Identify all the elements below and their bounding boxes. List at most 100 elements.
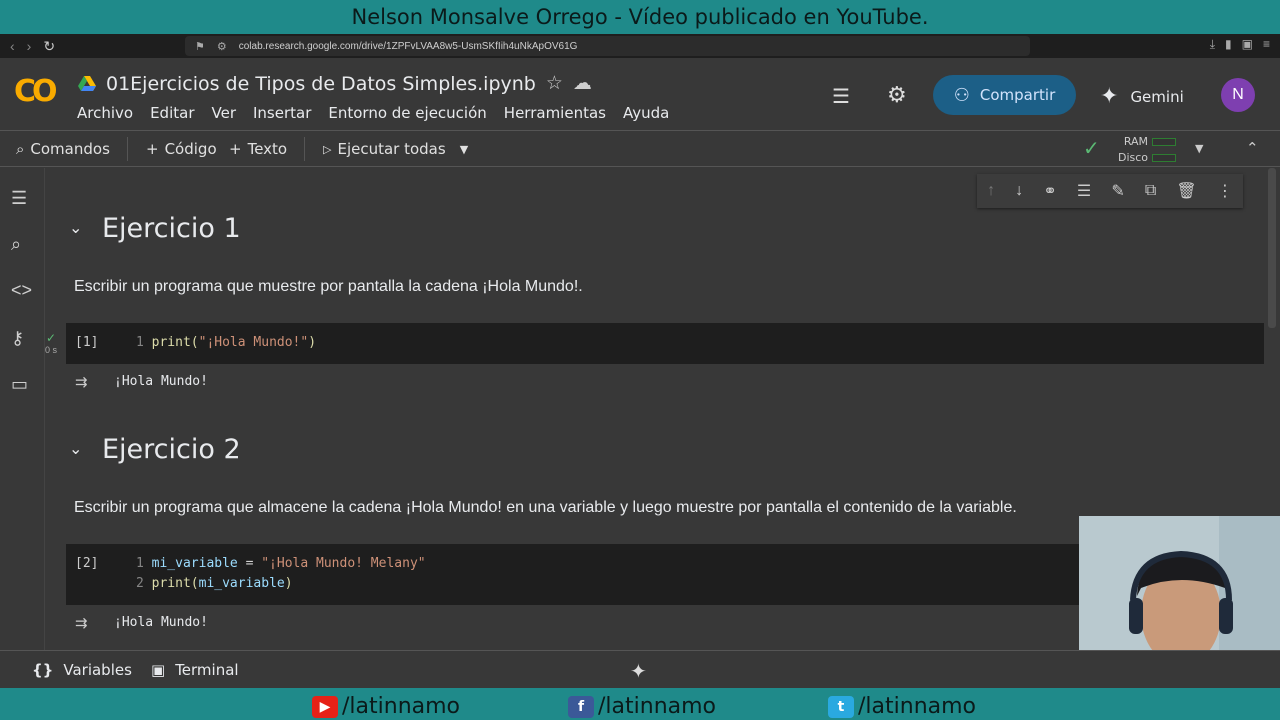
output-toggle-icon[interactable]: ⇉	[75, 373, 88, 391]
section-heading: Ejercicio 2	[102, 434, 241, 465]
youtube-handle: ▶ /latinnamo	[312, 694, 460, 719]
plus-icon: +	[229, 140, 242, 158]
run-all-button[interactable]: ▷ Ejecutar todas ▼	[323, 140, 468, 158]
collapse-section-icon[interactable]: ⌄	[69, 439, 82, 459]
gemini-sparkle-icon[interactable]: ✦	[630, 659, 647, 683]
more-icon[interactable]: ⋮	[1217, 181, 1233, 201]
line-number: 1	[136, 556, 144, 571]
facebook-icon: f	[568, 695, 594, 718]
comments-icon[interactable]: ☰	[832, 84, 850, 109]
code-line[interactable]: 2 print(mi_variable)	[136, 576, 293, 591]
browser-bar: ‹ › ↻ ⚑ ⚙ colab.research.google.com/driv…	[0, 34, 1280, 58]
exec-count: [1]	[75, 335, 99, 350]
run-all-label: Ejecutar todas	[337, 140, 446, 158]
code-string: "¡Hola Mundo! Melany"	[261, 556, 426, 571]
forward-icon[interactable]: ›	[27, 38, 32, 55]
people-icon: ⚇	[953, 84, 970, 106]
reload-icon[interactable]: ↻	[43, 38, 55, 55]
exercise-description: Escribir un programa que muestre por pan…	[74, 278, 583, 295]
variables-button[interactable]: {} Variables	[32, 661, 132, 679]
run-status: ✓ 0 s	[45, 331, 57, 355]
toolbar-divider	[304, 137, 305, 161]
output-toggle-icon[interactable]: ⇉	[75, 614, 88, 632]
twitter-text: /latinnamo	[858, 694, 977, 719]
run-check-icon: ✓	[45, 331, 57, 345]
colab-header: CO 01Ejercicios de Tipos de Datos Simple…	[0, 58, 1280, 130]
terminal-label: Terminal	[175, 661, 239, 679]
social-banner: ▶ /latinnamo f /latinnamo t /latinnamo	[0, 688, 1280, 720]
move-down-icon[interactable]: ↓	[1015, 182, 1023, 200]
menu-entorno[interactable]: Entorno de ejecución	[328, 104, 486, 122]
sidebar-icon[interactable]: ▮	[1225, 37, 1232, 52]
commands-label: Comandos	[30, 140, 110, 158]
chevron-down-icon[interactable]: ▼	[460, 143, 468, 156]
wallet-icon[interactable]: ▣	[1242, 37, 1253, 52]
gemini-button[interactable]: ✦ Gemini	[1100, 84, 1184, 109]
address-bar[interactable]: ⚑ ⚙ colab.research.google.com/drive/1ZPF…	[185, 36, 1030, 56]
files-folder-icon[interactable]: ▭	[11, 374, 28, 395]
facebook-text: /latinnamo	[598, 694, 717, 719]
scrollbar[interactable]	[1268, 168, 1276, 328]
exec-count: [2]	[75, 556, 99, 571]
edit-pencil-icon[interactable]: ✎	[1111, 181, 1124, 201]
commands-button[interactable]: ⌕ Comandos	[16, 140, 110, 158]
section-heading: Ejercicio 1	[102, 213, 241, 244]
resource-indicator[interactable]: RAM Disco	[1118, 134, 1148, 166]
share-label: Compartir	[979, 86, 1056, 104]
twitter-handle: t /latinnamo	[828, 694, 976, 719]
exercise-description: Escribir un programa que almacene la cad…	[74, 499, 1017, 516]
back-icon[interactable]: ‹	[10, 38, 15, 55]
cell-output: ¡Hola Mundo!	[114, 374, 208, 389]
share-button[interactable]: ⚇ Compartir	[933, 75, 1076, 115]
cell-toolbar: ↑ ↓ ⚭ ☰ ✎ ⧉ 🗑 ⋮	[977, 174, 1243, 208]
code-line[interactable]: 1 mi_variable = "¡Hola Mundo! Melany"	[136, 556, 426, 571]
add-text-button[interactable]: + Texto	[229, 140, 287, 158]
resources-dropdown-icon[interactable]: ▼	[1195, 142, 1203, 155]
download-icon[interactable]: ⤓	[1210, 37, 1215, 52]
code-operator: =	[237, 556, 262, 571]
exec-time: 0 s	[45, 345, 58, 355]
notebook-title[interactable]: 01Ejercicios de Tipos de Datos Simples.i…	[106, 73, 536, 95]
mirror-cell-icon[interactable]: ⧉	[1145, 182, 1156, 200]
toolbar-divider	[127, 137, 128, 161]
comment-icon[interactable]: ☰	[1077, 181, 1091, 201]
add-text-label: Texto	[247, 140, 288, 158]
code-cell[interactable]: [1] 1 print("¡Hola Mundo!")	[66, 323, 1264, 364]
terminal-button[interactable]: ▣ Terminal	[151, 661, 239, 679]
title-row: 01Ejercicios de Tipos de Datos Simples.i…	[78, 72, 592, 95]
add-code-button[interactable]: + Código	[146, 140, 217, 158]
collapse-section-icon[interactable]: ⌄	[69, 218, 82, 238]
menu-ayuda[interactable]: Ayuda	[623, 104, 669, 122]
code-line[interactable]: 1 print("¡Hola Mundo!")	[136, 335, 316, 350]
code-snippets-icon[interactable]: <>	[11, 280, 32, 301]
search-icon: ⌕	[16, 140, 25, 158]
ram-label: RAM	[1123, 135, 1149, 148]
collapse-header-icon[interactable]: ⌃	[1246, 139, 1259, 157]
find-icon[interactable]: ⌕	[11, 234, 21, 255]
star-icon[interactable]: ☆	[546, 72, 563, 95]
delete-icon[interactable]: 🗑	[1176, 181, 1196, 201]
braces-icon: {}	[32, 661, 54, 679]
site-info-icon[interactable]: ⚙	[217, 40, 227, 53]
menu-herramientas[interactable]: Herramientas	[504, 104, 606, 122]
menu-ver[interactable]: Ver	[212, 104, 237, 122]
menu-editar[interactable]: Editar	[150, 104, 194, 122]
menu-bar: Archivo Editar Ver Insertar Entorno de e…	[77, 104, 669, 122]
colab-logo[interactable]: CO	[14, 74, 57, 109]
left-sidebar: ☰ ⌕ <> ⚷ ▭	[0, 168, 45, 650]
disk-label: Disco	[1118, 151, 1149, 164]
secrets-key-icon[interactable]: ⚷	[11, 328, 24, 349]
bookmark-icon[interactable]: ⚑	[195, 40, 205, 53]
sparkle-icon: ✦	[1100, 84, 1119, 109]
toc-icon[interactable]: ☰	[11, 188, 27, 209]
menu-archivo[interactable]: Archivo	[77, 104, 133, 122]
menu-insertar[interactable]: Insertar	[253, 104, 311, 122]
link-icon[interactable]: ⚭	[1043, 181, 1056, 201]
code-string: "¡Hola Mundo!"	[198, 335, 309, 350]
url-text[interactable]: colab.research.google.com/drive/1ZPFvLVA…	[239, 41, 578, 52]
menu-icon[interactable]: ≡	[1263, 37, 1270, 52]
settings-gear-icon[interactable]: ⚙	[887, 82, 907, 108]
twitter-icon: t	[828, 695, 854, 718]
move-up-icon[interactable]: ↑	[987, 182, 995, 200]
avatar[interactable]: N	[1221, 78, 1255, 112]
